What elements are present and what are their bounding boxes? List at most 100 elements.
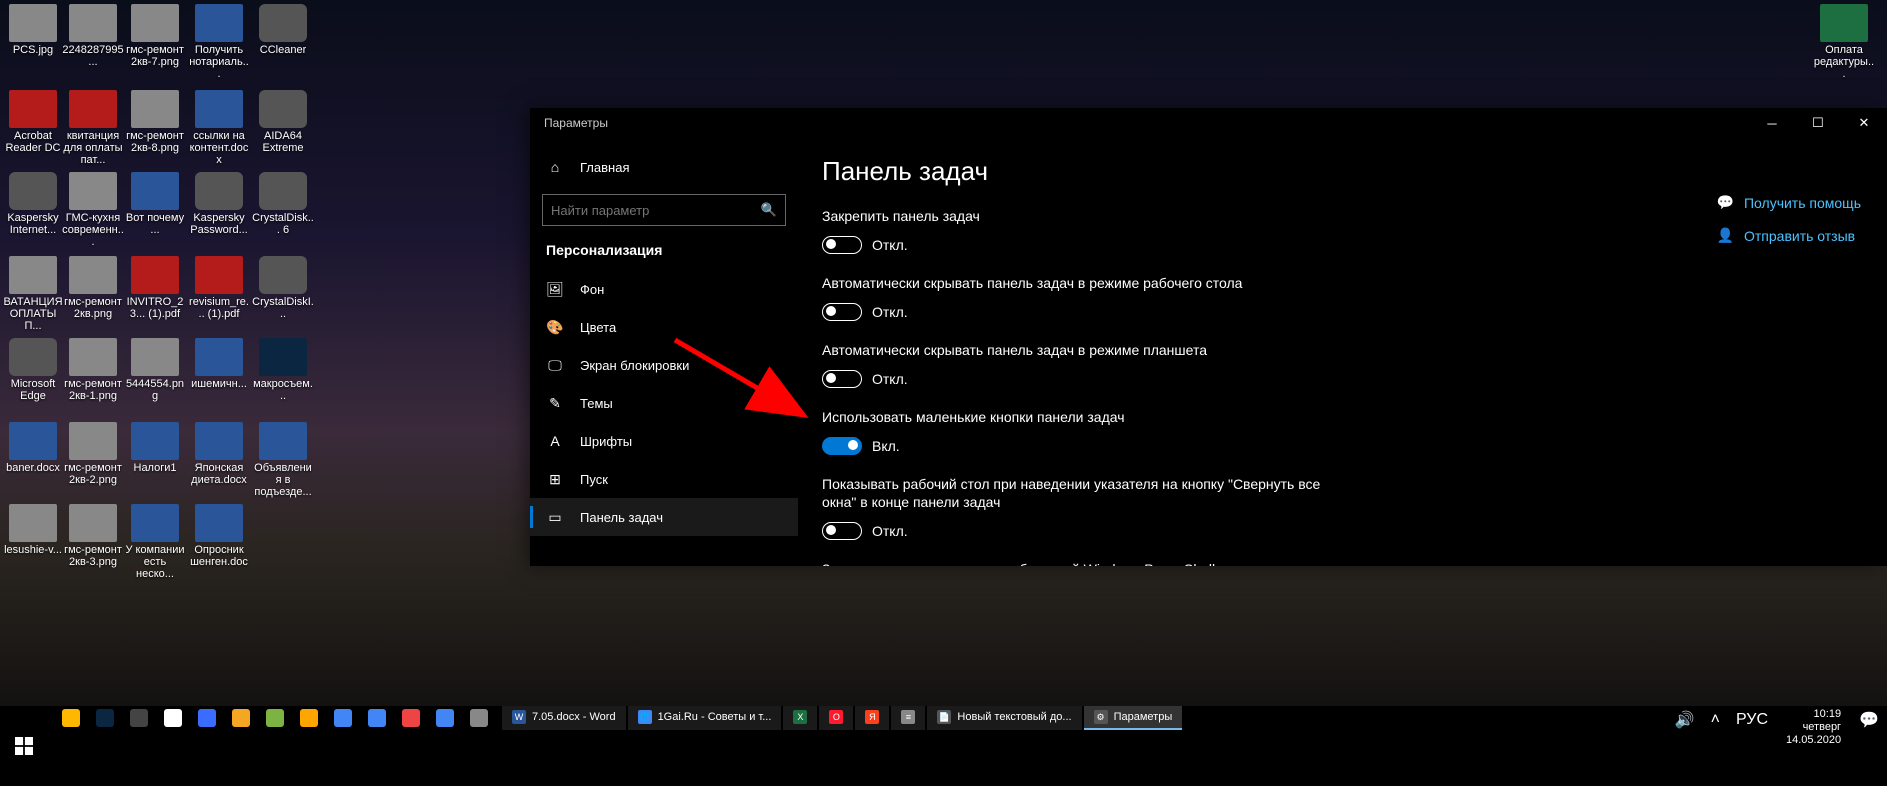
desktop-icon[interactable]: CCleaner: [252, 4, 314, 56]
desktop-icon[interactable]: Оплата редактуры...: [1813, 4, 1875, 80]
file-icon: [131, 504, 179, 542]
taskbar-item[interactable]: ⚙Параметры: [1084, 706, 1183, 730]
desktop-icon[interactable]: гмс-ремонт 2кв-8.png: [124, 90, 186, 154]
taskbar-pin[interactable]: [396, 708, 426, 728]
taskbar-pin[interactable]: [124, 708, 154, 728]
toggle-switch[interactable]: [822, 236, 862, 254]
close-button[interactable]: ✕: [1841, 108, 1887, 138]
nav-item-Пуск[interactable]: ⊞Пуск: [530, 460, 798, 498]
file-label: гмс-ремонт 2кв-7.png: [124, 44, 186, 68]
file-label: CrystalDiskI...: [252, 296, 314, 320]
taskbar-pin[interactable]: [158, 708, 188, 728]
taskbar-item[interactable]: X: [783, 706, 817, 730]
file-icon: [259, 4, 307, 42]
taskbar-pin[interactable]: [430, 708, 460, 728]
desktop-icon[interactable]: макросъем...: [252, 338, 314, 402]
setting-label: Показывать рабочий стол при наведении ук…: [822, 475, 1342, 513]
taskbar-item[interactable]: O: [819, 706, 853, 730]
nav-item-Панель задач[interactable]: ▭Панель задач: [530, 498, 798, 536]
desktop-icon[interactable]: PCS.jpg: [2, 4, 64, 56]
get-help-link[interactable]: 💬Получить помощь: [1717, 194, 1861, 211]
desktop-icon[interactable]: гмс-ремонт 2кв-3.png: [62, 504, 124, 568]
desktop-icon[interactable]: Опросник шенген.doc: [188, 504, 250, 568]
taskbar-item[interactable]: ≡: [891, 706, 925, 730]
search-icon: 🔍: [761, 202, 777, 218]
desktop-icon[interactable]: гмс-ремонт 2кв-1.png: [62, 338, 124, 402]
desktop-icon[interactable]: У компании есть неско...: [124, 504, 186, 580]
toggle-switch[interactable]: [822, 522, 862, 540]
desktop-icon[interactable]: AIDA64 Extreme: [252, 90, 314, 154]
desktop-icon[interactable]: ишемичн...: [188, 338, 250, 390]
desktop-icon[interactable]: CrystalDisk... 6: [252, 172, 314, 236]
toggle-switch[interactable]: [822, 437, 862, 455]
taskbar-pin[interactable]: [192, 708, 222, 728]
taskbar-item[interactable]: Я: [855, 706, 889, 730]
taskbar-item[interactable]: 🌐1Gai.Ru - Советы и т...: [628, 706, 782, 730]
language-indicator[interactable]: РУС: [1728, 708, 1776, 732]
toggle-switch[interactable]: [822, 303, 862, 321]
action-center-icon[interactable]: 💬: [1851, 708, 1887, 732]
file-label: ишемичн...: [191, 378, 247, 390]
nav-home[interactable]: ⌂ Главная: [530, 148, 798, 186]
toggle-switch[interactable]: [822, 370, 862, 388]
desktop-icon[interactable]: ГМС-кухня современн...: [62, 172, 124, 248]
desktop-icon[interactable]: квитанция для оплаты пат...: [62, 90, 124, 166]
desktop-icon[interactable]: ссылки на контент.docx: [188, 90, 250, 166]
tray-chevron-icon[interactable]: ˄: [1703, 708, 1728, 732]
desktop-icon[interactable]: Японская диета.docx: [188, 422, 250, 486]
taskbar: W7.05.docx - Word🌐1Gai.Ru - Советы и т..…: [0, 706, 1887, 786]
start-button[interactable]: [0, 722, 48, 770]
taskbar-pin[interactable]: [362, 708, 392, 728]
desktop-icon[interactable]: Налоги1: [124, 422, 186, 474]
desktop-icon[interactable]: revisium_re... (1).pdf: [188, 256, 250, 320]
taskbar-pin[interactable]: [328, 708, 358, 728]
taskbar-pin[interactable]: [260, 708, 290, 728]
search-input[interactable]: [551, 203, 761, 218]
desktop-icon[interactable]: Объявления в подъезде...: [252, 422, 314, 498]
file-label: Оплата редактуры...: [1813, 44, 1875, 80]
desktop-icon[interactable]: гмс-ремонт 2кв-2.png: [62, 422, 124, 486]
speaker-icon[interactable]: 🔊: [1667, 708, 1703, 732]
taskbar-pin[interactable]: [294, 708, 324, 728]
toggle-state: Откл.: [872, 304, 908, 320]
taskbar-item[interactable]: W7.05.docx - Word: [502, 706, 626, 730]
nav-item-Экран блокировки[interactable]: 🖵Экран блокировки: [530, 346, 798, 384]
nav-item-Цвета[interactable]: 🎨Цвета: [530, 308, 798, 346]
desktop-icon[interactable]: INVITRO_23... (1).pdf: [124, 256, 186, 320]
desktop-icon[interactable]: baner.docx: [2, 422, 64, 474]
desktop-icon[interactable]: lesushie-v...: [2, 504, 64, 556]
file-label: ВАТАНЦИЯ ОПЛАТЫ П...: [2, 296, 64, 332]
desktop-icon[interactable]: гмс-ремонт 2кв-7.png: [124, 4, 186, 68]
desktop-icon[interactable]: Kaspersky Internet...: [2, 172, 64, 236]
nav-item-Фон[interactable]: 🖼Фон: [530, 270, 798, 308]
search-box[interactable]: 🔍: [542, 194, 786, 226]
taskbar-item[interactable]: 📄Новый текстовый до...: [927, 706, 1081, 730]
desktop-icon[interactable]: Получить нотариаль...: [188, 4, 250, 80]
feedback-link[interactable]: 👤Отправить отзыв: [1717, 227, 1861, 244]
desktop-icon[interactable]: Microsoft Edge: [2, 338, 64, 402]
desktop-icon[interactable]: гмс-ремонт 2кв.png: [62, 256, 124, 320]
nav-icon: 🖼: [546, 280, 564, 298]
desktop-icon[interactable]: Kaspersky Password...: [188, 172, 250, 236]
taskbar-pin[interactable]: [464, 708, 494, 728]
clock[interactable]: 10:19 четверг 14.05.2020: [1776, 708, 1851, 747]
nav-item-Темы[interactable]: ✎Темы: [530, 384, 798, 422]
taskbar-pin[interactable]: [56, 708, 86, 728]
desktop-icon[interactable]: ВАТАНЦИЯ ОПЛАТЫ П...: [2, 256, 64, 332]
file-label: CrystalDisk... 6: [252, 212, 314, 236]
task-label: Новый текстовый до...: [957, 711, 1071, 723]
file-label: 5444554.png: [124, 378, 186, 402]
desktop-icon[interactable]: Вот почему ...: [124, 172, 186, 236]
file-label: ссылки на контент.docx: [188, 130, 250, 166]
desktop-icon[interactable]: Acrobat Reader DC: [2, 90, 64, 154]
desktop-icon[interactable]: 2248287995...: [62, 4, 124, 68]
nav-item-Шрифты[interactable]: AШрифты: [530, 422, 798, 460]
toggle-state: Откл.: [872, 371, 908, 387]
file-label: Вот почему ...: [124, 212, 186, 236]
maximize-button[interactable]: ☐: [1795, 108, 1841, 138]
desktop-icon[interactable]: 5444554.png: [124, 338, 186, 402]
minimize-button[interactable]: ─: [1749, 108, 1795, 138]
taskbar-pin[interactable]: [226, 708, 256, 728]
taskbar-pin[interactable]: [90, 708, 120, 728]
desktop-icon[interactable]: CrystalDiskI...: [252, 256, 314, 320]
